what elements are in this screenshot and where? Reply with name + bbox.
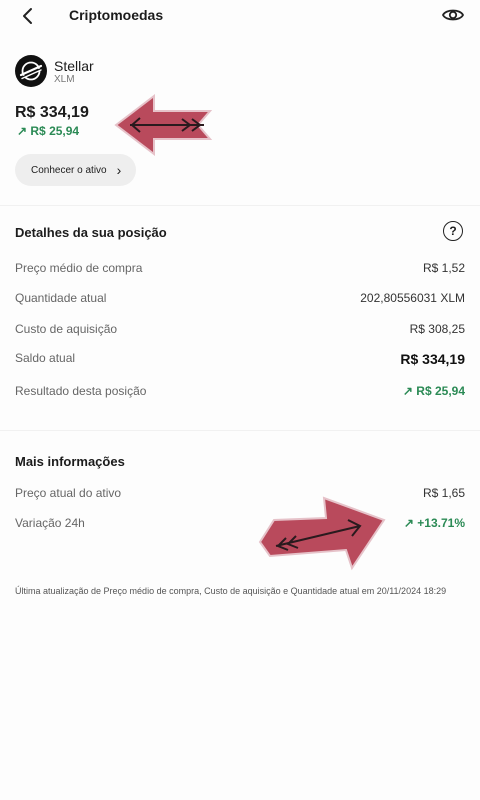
row-label: Variação 24h <box>15 516 85 530</box>
more-info-section-title: Mais informações <box>15 454 125 469</box>
divider <box>0 430 480 431</box>
learn-asset-button[interactable]: Conhecer o ativo › <box>15 154 136 186</box>
row-value: R$ 1,52 <box>422 261 465 275</box>
more-row-current-price: Preço atual do ativo R$ 1,65 <box>15 486 465 500</box>
row-label: Saldo atual <box>15 351 76 365</box>
chevron-right-icon: › <box>116 162 122 178</box>
page-title: Criptomoedas <box>69 7 164 23</box>
annotation-arrow-right-icon <box>258 496 386 571</box>
asset-price: R$ 334,19 <box>15 104 89 121</box>
row-value: ↗ +13.71% <box>403 516 465 530</box>
position-row-result: Resultado desta posição ↗ R$ 25,94 <box>15 384 465 398</box>
row-label: Preço médio de compra <box>15 261 143 275</box>
divider <box>0 205 480 206</box>
annotation-arrow-left-icon <box>114 93 213 157</box>
more-row-variation-24h: Variação 24h ↗ +13.71% <box>15 516 465 530</box>
help-icon[interactable]: ? <box>443 221 463 241</box>
position-row-quantity: Quantidade atual 202,80556031 XLM <box>15 291 465 305</box>
position-row-balance: Saldo atual R$ 334,19 <box>15 351 465 367</box>
row-value: R$ 334,19 <box>400 351 465 367</box>
row-label: Quantidade atual <box>15 291 107 305</box>
row-value: 202,80556031 XLM <box>360 291 465 305</box>
asset-name: Stellar <box>54 58 94 74</box>
position-row-avg-price: Preço médio de compra R$ 1,52 <box>15 261 465 275</box>
last-update-footnote: Última atualização de Preço médio de com… <box>15 586 447 596</box>
row-label: Custo de aquisição <box>15 322 118 336</box>
position-section-title: Detalhes da sua posição <box>15 225 167 240</box>
row-label: Preço atual do ativo <box>15 486 122 500</box>
position-row-cost: Custo de aquisição R$ 308,25 <box>15 322 465 336</box>
row-value: R$ 1,65 <box>422 486 465 500</box>
back-arrow-icon[interactable] <box>16 4 40 28</box>
eye-icon[interactable] <box>441 3 465 27</box>
top-bar: Criptomoedas <box>0 0 480 30</box>
asset-ticker: XLM <box>54 74 75 85</box>
row-value: R$ 308,25 <box>409 322 465 336</box>
asset-change: ↗ R$ 25,94 <box>17 124 80 138</box>
row-label: Resultado desta posição <box>15 384 147 398</box>
row-value: ↗ R$ 25,94 <box>402 384 465 398</box>
learn-asset-label: Conhecer o ativo <box>31 164 107 176</box>
stellar-logo-icon <box>15 55 47 87</box>
